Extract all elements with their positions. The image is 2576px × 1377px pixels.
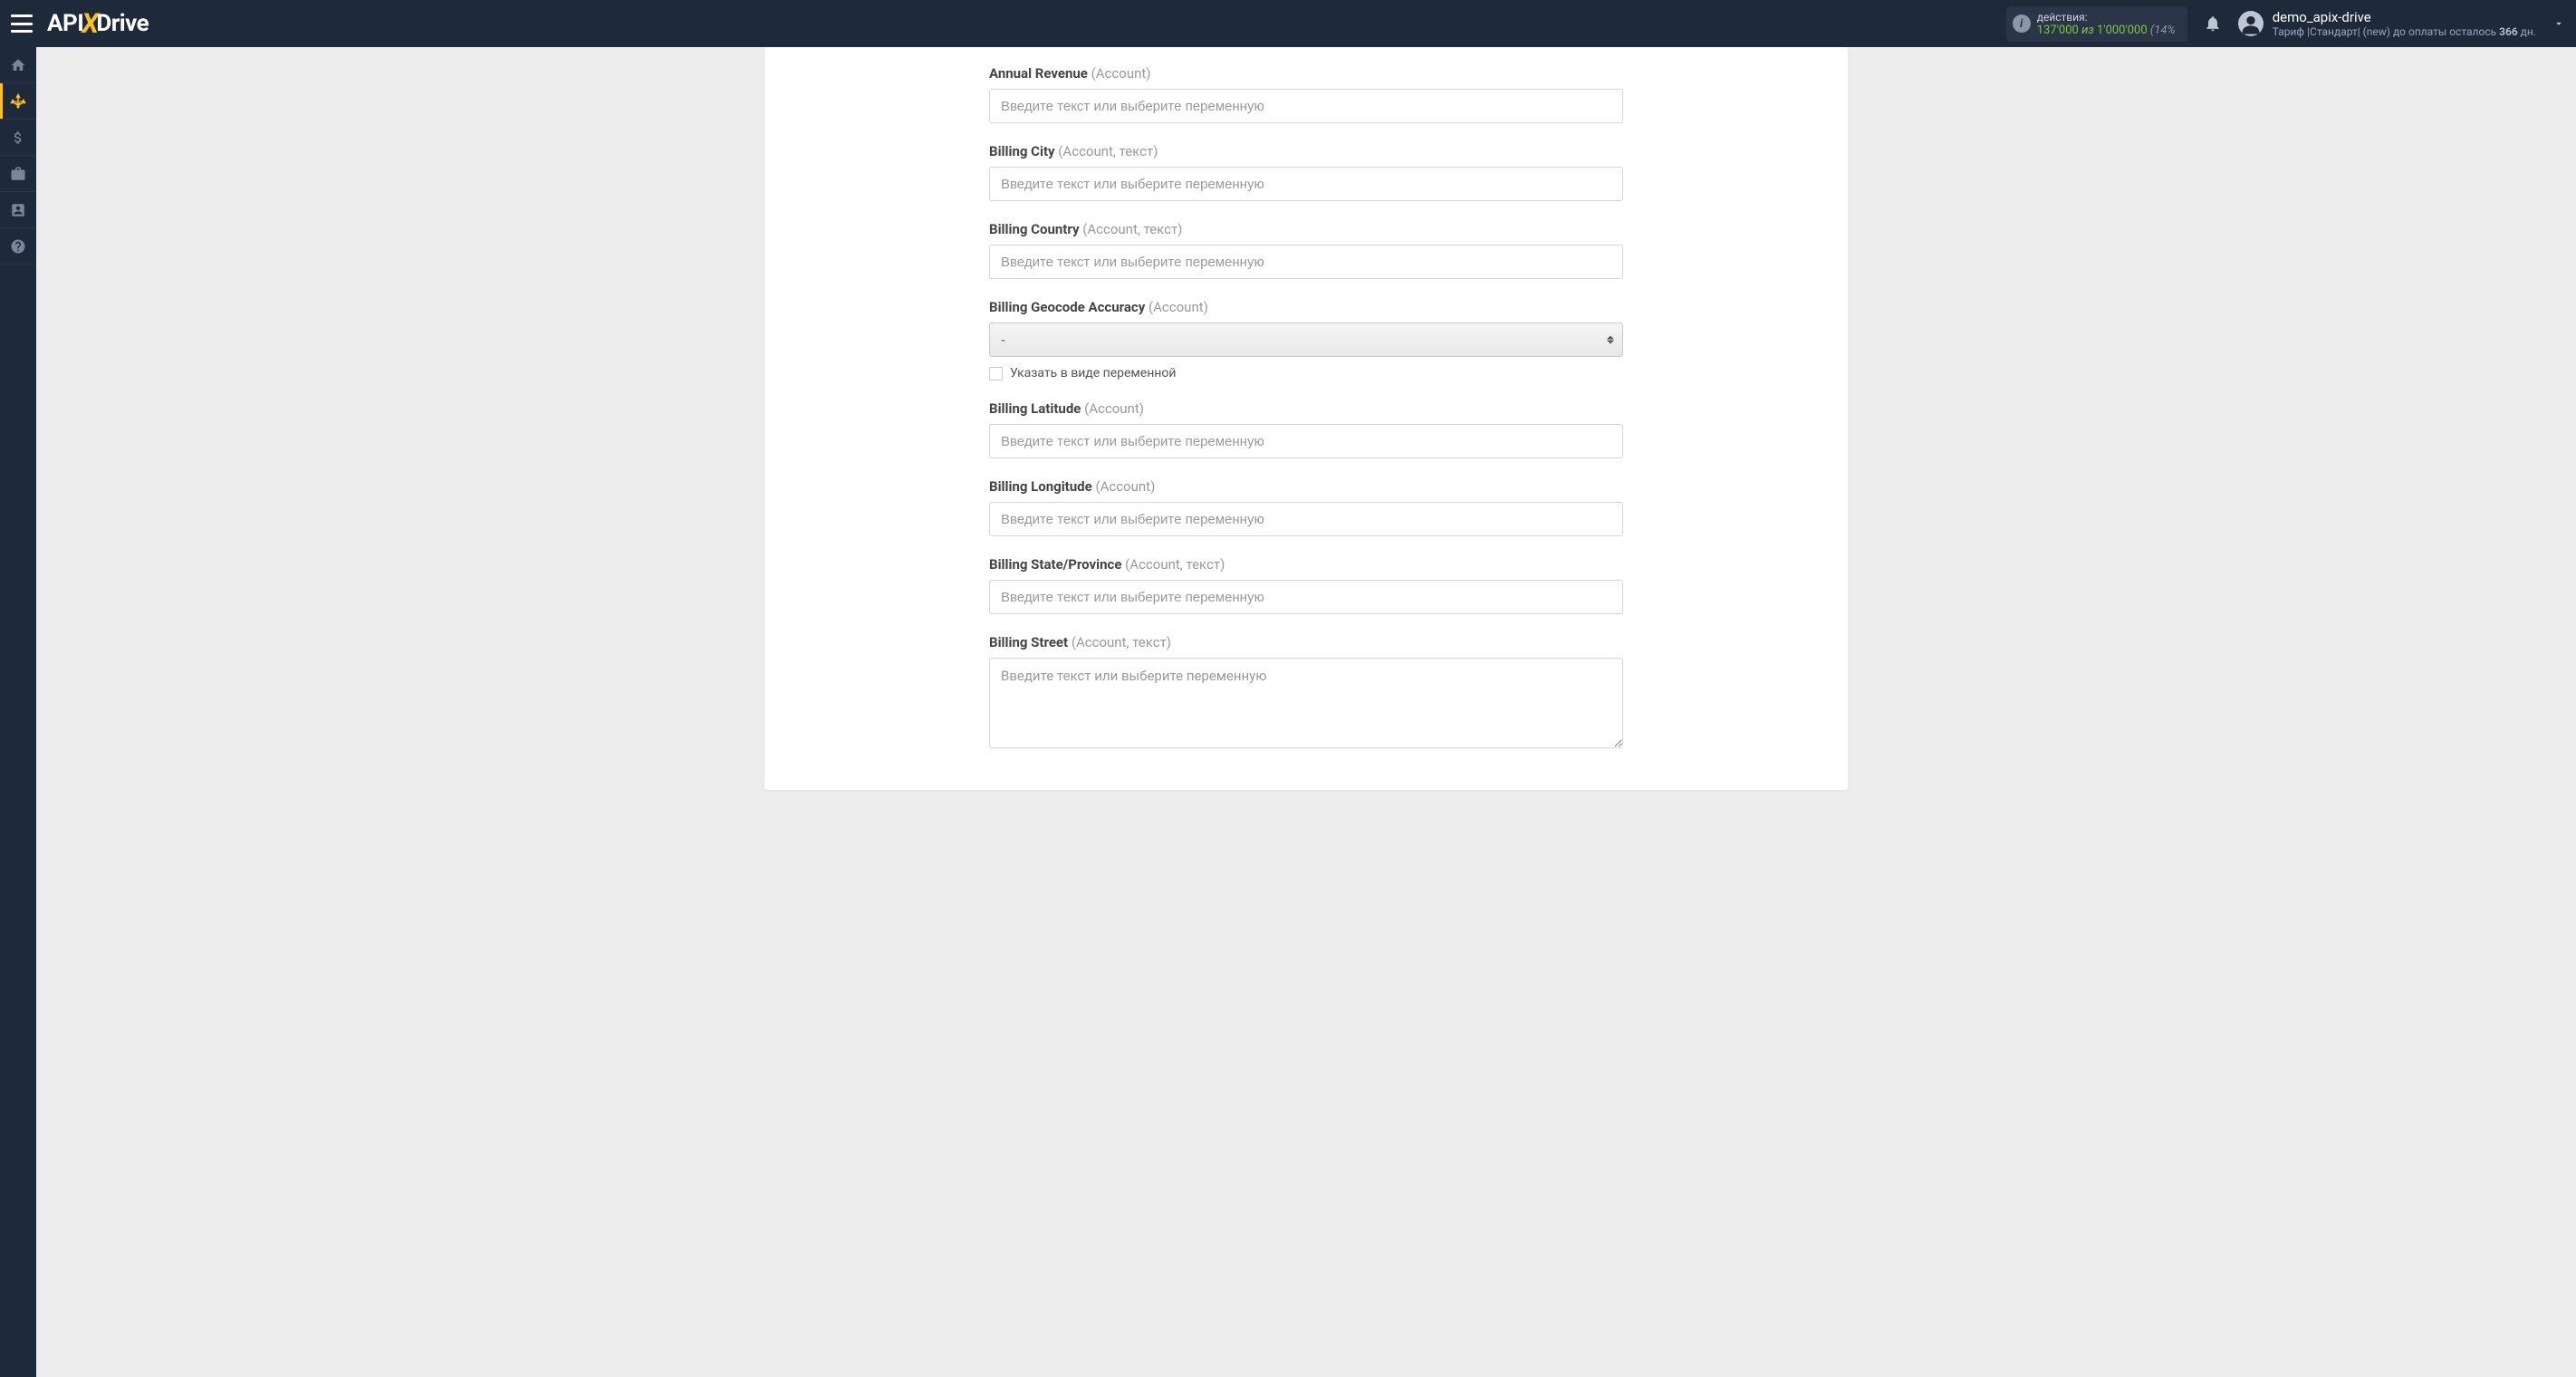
user-menu[interactable]: demo_apix-drive Тариф |Стандарт| (new) д… — [2238, 9, 2565, 38]
sidebar-item-billing[interactable] — [0, 120, 36, 156]
select-billing-geocode-accuracy[interactable]: - — [989, 323, 1623, 357]
main-content: Annual Revenue (Account) Billing City (Ac… — [36, 47, 2576, 1377]
variable-checkbox-row: Указать в виде переменной — [989, 366, 1623, 380]
avatar-icon — [2238, 11, 2264, 36]
field-annual-revenue: Annual Revenue (Account) — [989, 65, 1623, 123]
textarea-billing-street[interactable] — [989, 658, 1623, 748]
logo-text-drive: Drive — [96, 10, 149, 37]
field-label-billing-country: Billing Country (Account, текст) — [989, 221, 1623, 237]
field-label-annual-revenue: Annual Revenue (Account) — [989, 65, 1623, 82]
field-label-billing-street: Billing Street (Account, текст) — [989, 634, 1623, 650]
info-icon: i — [2013, 14, 2031, 33]
input-billing-latitude[interactable] — [989, 424, 1623, 458]
field-billing-latitude: Billing Latitude (Account) — [989, 400, 1623, 458]
user-tariff: Тариф |Стандарт| (new) до оплаты осталос… — [2273, 25, 2536, 38]
field-label-billing-longitude: Billing Longitude (Account) — [989, 478, 1623, 495]
header-right: i действия: 137'000 из 1'000'000 (14% de… — [2006, 6, 2565, 42]
field-billing-geocode-accuracy: Billing Geocode Accuracy (Account) - Указа… — [989, 299, 1623, 380]
chevron-down-icon — [2552, 17, 2565, 30]
field-billing-state: Billing State/Province (Account, текст) — [989, 556, 1623, 614]
sidebar-item-briefcase[interactable] — [0, 156, 36, 192]
notifications-icon[interactable] — [2204, 14, 2222, 33]
sidebar-item-home[interactable] — [0, 47, 36, 83]
input-annual-revenue[interactable] — [989, 89, 1623, 123]
input-billing-city[interactable] — [989, 167, 1623, 201]
field-billing-city: Billing City (Account, текст) — [989, 143, 1623, 201]
top-header: API X Drive i действия: 137'000 из 1'000… — [0, 0, 2576, 47]
user-name: demo_apix-drive — [2273, 9, 2536, 25]
user-text: demo_apix-drive Тариф |Стандарт| (new) д… — [2273, 9, 2536, 38]
field-label-billing-state: Billing State/Province (Account, текст) — [989, 556, 1623, 573]
variable-checkbox[interactable] — [989, 367, 1003, 380]
field-billing-country: Billing Country (Account, текст) — [989, 221, 1623, 279]
field-billing-street: Billing Street (Account, текст) — [989, 634, 1623, 752]
menu-toggle[interactable] — [11, 14, 33, 33]
sidebar-item-connections[interactable] — [0, 83, 36, 120]
sidebar — [0, 47, 36, 1377]
sidebar-item-help[interactable] — [0, 228, 36, 265]
input-billing-country[interactable] — [989, 245, 1623, 279]
input-billing-state[interactable] — [989, 580, 1623, 614]
actions-label: действия: — [2037, 11, 2177, 24]
actions-counts: 137'000 из 1'000'000 (14% — [2037, 24, 2177, 37]
field-label-billing-city: Billing City (Account, текст) — [989, 143, 1623, 159]
logo[interactable]: API X Drive — [47, 8, 149, 40]
field-label-billing-latitude: Billing Latitude (Account) — [989, 400, 1623, 417]
form-panel: Annual Revenue (Account) Billing City (Ac… — [764, 47, 1848, 790]
logo-text-api: API — [47, 10, 83, 37]
input-billing-longitude[interactable] — [989, 502, 1623, 536]
sidebar-item-contacts[interactable] — [0, 192, 36, 228]
actions-counter[interactable]: i действия: 137'000 из 1'000'000 (14% — [2006, 6, 2187, 42]
variable-checkbox-label: Указать в виде переменной — [1010, 366, 1176, 380]
field-label-billing-geocode-accuracy: Billing Geocode Accuracy (Account) — [989, 299, 1623, 315]
field-billing-longitude: Billing Longitude (Account) — [989, 478, 1623, 536]
